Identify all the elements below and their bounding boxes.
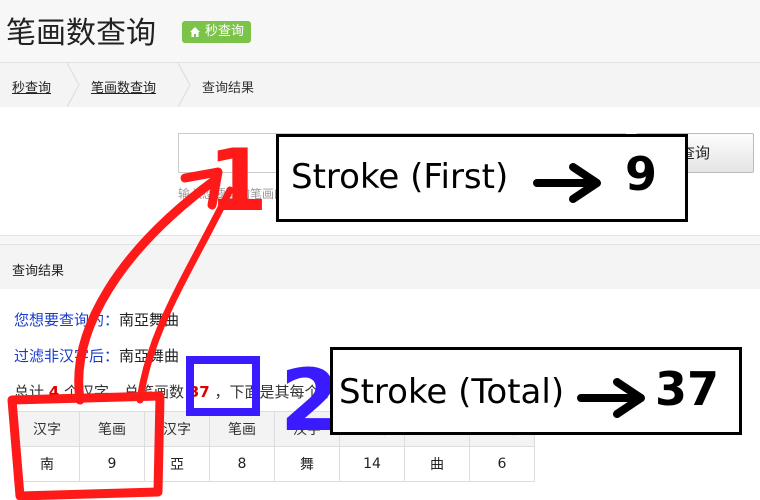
stroke-cell: 6 (469, 446, 535, 482)
filtered-value: 南亞舞曲 (119, 347, 180, 365)
breadcrumb-home[interactable]: 秒查询 (12, 77, 51, 96)
results-title: 查询结果 (12, 264, 65, 279)
char-count: 4 (48, 383, 60, 401)
table-header-cell: 汉字 (144, 411, 210, 447)
quick-search-badge[interactable]: 秒查询 (182, 21, 252, 43)
results-header: 查询结果 (0, 244, 760, 290)
annotation-box-first: Stroke (First) 9 (276, 134, 688, 222)
annotation-arrow-icon (533, 163, 601, 203)
summary-mid: 个汉字，总笔画数 (64, 383, 185, 401)
stroke-cell: 9 (79, 446, 145, 482)
query-label: 您想要查询的： (14, 311, 120, 329)
query-line: 您想要查询的：南亞舞曲 (14, 309, 179, 330)
annotation-value-first: 9 (625, 147, 658, 201)
table-header-cell: 汉字 (14, 411, 80, 447)
hanzi-cell[interactable]: 舞 (274, 446, 340, 482)
annotation-text-first: Stroke (First) (291, 157, 509, 197)
table-header-cell: 笔画 (209, 411, 275, 447)
stroke-cell: 8 (209, 446, 275, 482)
table-header-cell: 笔画 (79, 411, 145, 447)
badge-label: 秒查询 (205, 24, 245, 39)
hanzi-cell[interactable]: 南 (14, 446, 80, 482)
stroke-total: 37 (188, 383, 210, 401)
table-row: 南 9 亞 8 舞 14 曲 6 (14, 446, 535, 482)
breadcrumb-separator-icon (66, 63, 80, 107)
filtered-label: 过滤非汉字后： (14, 347, 120, 365)
home-icon (190, 27, 200, 37)
breadcrumb: 秒查询 笔画数查询 查询结果 (0, 62, 760, 108)
query-value: 南亞舞曲 (119, 311, 180, 329)
filtered-line: 过滤非汉字后：南亞舞曲 (14, 345, 179, 366)
breadcrumb-separator-icon (177, 63, 191, 107)
annotation-arrow-icon (577, 378, 645, 418)
annotation-box-total: Stroke (Total) 37 (330, 347, 742, 435)
annotation-value-total: 37 (655, 362, 720, 416)
hanzi-cell[interactable]: 亞 (144, 446, 210, 482)
summary-prefix: 总计 (14, 383, 45, 401)
page-title: 笔画数查询 (6, 16, 156, 51)
breadcrumb-stroke-query[interactable]: 笔画数查询 (91, 77, 156, 96)
stroke-cell: 14 (339, 446, 405, 482)
annotation-text-total: Stroke (Total) (339, 372, 565, 412)
breadcrumb-current: 查询结果 (202, 81, 255, 96)
hanzi-cell[interactable]: 曲 (404, 446, 470, 482)
